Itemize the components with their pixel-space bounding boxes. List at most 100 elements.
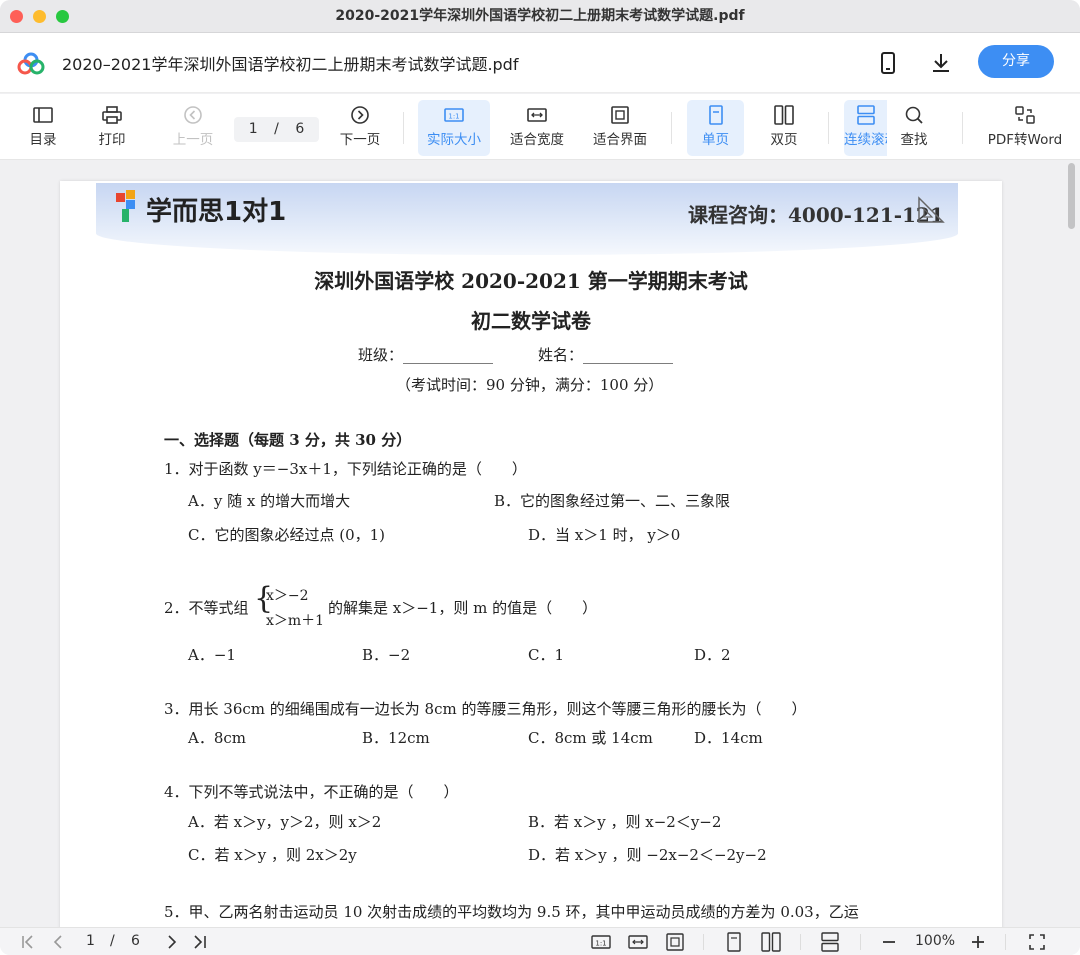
vertical-scrollbar[interactable] [1068,163,1075,229]
window-title: 2020-2021学年深圳外国语学校初二上册期末考试数学试题.pdf [335,8,745,24]
fit-width-icon [527,108,547,122]
q2-option-d: D．2 [694,646,731,664]
search-button[interactable]: 查找 [893,100,935,156]
q4-option-a: A．若 x＞y，y＞2，则 x＞2 [188,813,382,831]
brand-name: 学而思1对1 [146,197,287,227]
bottom-current-page[interactable]: 1 [86,933,95,949]
toolbar-divider [828,112,829,144]
toolbar-divider [403,112,404,144]
q2-inequality-2: x＞m＋1 [266,613,325,629]
app-logo-icon [17,52,45,75]
last-page-icon[interactable] [190,932,210,952]
question-5: 5．甲、乙两名射击运动员 10 次射击成绩的平均数均为 9.5 环，其中甲运动员… [164,903,859,921]
q3-option-b: B．12cm [362,729,430,747]
fit-screen-icon[interactable] [664,932,686,952]
prev-page-icon[interactable] [48,932,68,952]
page-separator: / [274,121,279,137]
mobile-icon[interactable] [876,51,900,75]
pdf-to-word-label: PDF转Word [987,132,1063,148]
search-label: 查找 [900,132,928,148]
page-banner: 学而思1对1 课程咨询：4000-121-121 [96,183,958,255]
q4-option-c: C．若 x＞y ，则 2x＞2y [188,846,357,864]
current-page: 1 [248,121,258,137]
double-page-label: 双页 [770,132,798,148]
continuous-scroll-icon[interactable] [819,932,841,952]
zoom-out-icon[interactable] [879,932,899,952]
prev-page-label: 上一页 [172,132,214,148]
question-3: 3．用长 36cm 的细绳围成有一边长为 8cm 的等腰三角形，则这个等腰三角形… [164,700,807,718]
actual-size-icon: 1:1 [444,108,464,122]
next-page-label: 下一页 [339,132,381,148]
fullscreen-icon[interactable] [1027,932,1047,952]
pdf-to-word-button[interactable]: PDF转Word [984,100,1066,156]
toolbar-divider [962,112,963,144]
fit-screen-label: 适合界面 [593,132,647,148]
course-consult: 课程咨询：4000-121-121 [688,203,944,227]
single-page-label: 单页 [702,132,729,148]
toolbar: 目录 打印 上一页 1 / 6 下一页 1:1 实际大小 适合宽度 适合界面 单… [0,94,1080,160]
search-icon [905,106,923,124]
file-title: 2020–2021学年深圳外国语学校初二上册期末考试数学试题.pdf [62,55,519,74]
page-number-input[interactable]: 1 / 6 [234,117,319,142]
fit-width-button[interactable]: 适合宽度 [504,100,570,156]
question-2-prefix: 2．不等式组 [164,599,249,617]
download-icon[interactable] [929,51,953,75]
next-page-button[interactable]: 下一页 [332,100,388,156]
q1-option-c: C．它的图象必经过点 (0，1) [188,526,386,544]
prev-page-button[interactable]: 上一页 [165,100,221,156]
pdf-viewer-window: 2020-2021学年深圳外国语学校初二上册期末考试数学试题.pdf 2020–… [0,0,1080,955]
single-page-button[interactable]: 单页 [687,100,744,156]
chevron-left-circle-icon [184,106,202,124]
bottom-page-separator: / [110,933,115,949]
q4-option-b: B．若 x＞y ，则 x−2＜y−2 [528,813,722,831]
bottom-divider [860,934,861,950]
actual-size-icon[interactable]: 1:1 [590,932,612,952]
app-header: 2020–2021学年深圳外国语学校初二上册期末考试数学试题.pdf 分享 [0,33,1080,93]
bottom-divider [703,934,704,950]
q1-option-a: A．y 随 x 的增大而增大 [188,492,351,510]
convert-icon [1015,106,1035,124]
double-page-button[interactable]: 双页 [758,100,810,156]
double-page-icon[interactable] [760,932,782,952]
q3-option-d: D．14cm [694,729,763,747]
q3-option-a: A．8cm [188,729,247,747]
continuous-scroll-label: 连续滚动 [844,132,887,148]
share-button[interactable]: 分享 [978,45,1054,78]
fit-screen-button[interactable]: 适合界面 [586,100,654,156]
catalog-label: 目录 [29,132,57,148]
print-icon [102,106,122,124]
first-page-icon[interactable] [18,932,38,952]
question-4: 4．下列不等式说法中，不正确的是（ ） [164,783,459,801]
question-2-suffix: 的解集是 x＞−1，则 m 的值是（ ） [328,599,598,617]
chevron-right-circle-icon [351,106,369,124]
continuous-scroll-button[interactable]: 连续滚动 [844,100,887,156]
double-page-icon [774,105,794,125]
q1-option-b: B．它的图象经过第一、二、三象限 [494,492,731,510]
bottom-bar: 1 / 6 1:1 100% [0,927,1080,955]
svg-text:1:1: 1:1 [448,113,459,121]
q2-inequality-1: x＞−2 [266,588,309,604]
catalog-button[interactable]: 目录 [18,100,68,156]
bottom-divider [800,934,801,950]
catalog-icon [33,107,53,123]
section-heading: 一、选择题（每题 3 分，共 30 分） [164,431,412,449]
single-page-icon[interactable] [723,932,745,952]
zoom-level[interactable]: 100% [915,933,955,949]
document-viewport[interactable]: 学而思1对1 课程咨询：4000-121-121 深圳外国语学校 2020-20… [0,161,1080,927]
zoom-in-icon[interactable] [968,932,988,952]
actual-size-label: 实际大小 [427,132,481,148]
total-pages: 6 [295,121,305,137]
svg-text:1:1: 1:1 [595,940,606,948]
pdf-page: 学而思1对1 课程咨询：4000-121-121 深圳外国语学校 2020-20… [60,181,1002,927]
continuous-scroll-icon [856,105,875,125]
fit-width-icon[interactable] [627,932,649,952]
brand-logo-icon [116,190,135,222]
print-label: 打印 [98,132,126,148]
print-button[interactable]: 打印 [87,100,137,156]
actual-size-button[interactable]: 1:1 实际大小 [418,100,490,156]
exam-time-line: （考试时间：90 分钟，满分：100 分） [396,376,664,394]
q1-option-d: D．当 x＞1 时， y＞0 [528,526,681,544]
next-page-icon[interactable] [162,932,182,952]
question-1: 1．对于函数 y＝−3x＋1，下列结论正确的是（ ） [164,460,527,478]
title-bar: 2020-2021学年深圳外国语学校初二上册期末考试数学试题.pdf [0,0,1080,33]
